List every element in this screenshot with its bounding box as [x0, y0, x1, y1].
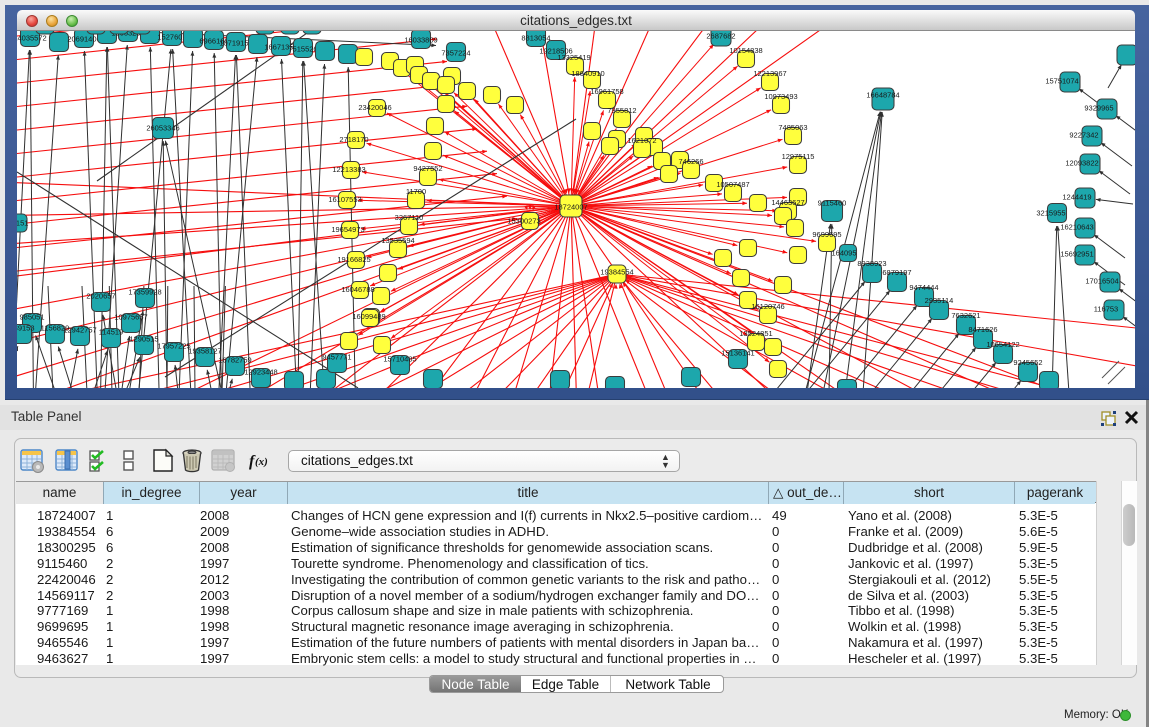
- svg-text:13524851: 13524851: [739, 329, 772, 338]
- svg-text:18640910: 18640910: [571, 69, 604, 78]
- svg-text:16046788: 16046788: [341, 285, 374, 294]
- svg-text:7357224: 7357224: [441, 49, 470, 58]
- svg-text:7632621: 7632621: [951, 311, 980, 320]
- svg-text:15710485: 15710485: [383, 355, 416, 364]
- svg-text:19358127: 19358127: [188, 347, 221, 356]
- svg-text:15692951: 15692951: [1060, 250, 1093, 259]
- svg-text:3215955: 3215955: [1036, 209, 1065, 218]
- svg-text:16107553: 16107553: [328, 195, 361, 204]
- svg-text:10654122: 10654122: [986, 340, 1019, 349]
- svg-text:18724007: 18724007: [554, 203, 587, 212]
- svg-text:10154838: 10154838: [729, 46, 762, 55]
- svg-text:9115460: 9115460: [818, 199, 847, 208]
- svg-text:8471626: 8471626: [968, 325, 997, 334]
- svg-text:16961758: 16961758: [590, 87, 623, 96]
- svg-text:1621072: 1621072: [627, 136, 656, 145]
- svg-text:17016504: 17016504: [1085, 277, 1118, 286]
- svg-text:9427552: 9427552: [413, 164, 442, 173]
- svg-text:10719155: 10719155: [219, 39, 252, 48]
- svg-text:12213967: 12213967: [753, 69, 786, 78]
- svg-text:15751074: 15751074: [1045, 77, 1078, 86]
- svg-text:12942757: 12942757: [63, 326, 96, 335]
- svg-text:20691406: 20691406: [67, 35, 100, 44]
- svg-text:19384554: 19384554: [600, 268, 633, 277]
- svg-text:13535594: 13535594: [381, 236, 414, 245]
- svg-text:164095: 164095: [831, 249, 856, 258]
- svg-text:16782759: 16782759: [218, 356, 251, 365]
- svg-text:2020657: 2020657: [86, 292, 115, 301]
- svg-text:12975115: 12975115: [782, 152, 815, 161]
- svg-text:19166825: 19166825: [337, 255, 370, 264]
- svg-text:10975657: 10975657: [114, 313, 147, 322]
- svg-text:1290515: 1290515: [129, 335, 158, 344]
- svg-text:116753: 116753: [1094, 305, 1118, 314]
- svg-text:2687682: 2687682: [706, 32, 735, 41]
- svg-text:16120746: 16120746: [751, 302, 784, 311]
- svg-text:1527602: 1527602: [157, 33, 186, 42]
- svg-text:9329965: 9329965: [1084, 104, 1113, 113]
- svg-text:10507487: 10507487: [716, 180, 749, 189]
- svg-text:10973493: 10973493: [764, 92, 797, 101]
- svg-text:11700: 11700: [406, 187, 426, 196]
- svg-text:12213383: 12213383: [332, 165, 365, 174]
- svg-text:24035572: 24035572: [17, 34, 47, 43]
- svg-text:2718170: 2718170: [339, 135, 368, 144]
- svg-text:8813054: 8813054: [521, 34, 550, 43]
- svg-text:9227342: 9227342: [1069, 131, 1098, 140]
- svg-text:15300273: 15300273: [507, 217, 540, 226]
- svg-text:16210643: 16210643: [1060, 223, 1093, 232]
- svg-text:16151: 16151: [17, 219, 28, 228]
- svg-text:139153: 139153: [17, 324, 35, 333]
- svg-text:16099489: 16099489: [352, 312, 385, 321]
- svg-text:1244419: 1244419: [1062, 193, 1091, 202]
- svg-text:7955812: 7955812: [607, 106, 636, 115]
- svg-text:6879197: 6879197: [882, 268, 911, 277]
- svg-text:7515526: 7515526: [288, 45, 317, 54]
- svg-text:7485063: 7485063: [778, 123, 807, 132]
- svg-text:12093822: 12093822: [1065, 159, 1098, 168]
- svg-text:16033809: 16033809: [404, 36, 437, 45]
- svg-text:8938923: 8938923: [857, 259, 886, 268]
- svg-text:26053346: 26053346: [146, 124, 179, 133]
- svg-text:14463627: 14463627: [771, 198, 804, 207]
- svg-text:16648784: 16648784: [866, 91, 899, 100]
- svg-text:17359928: 17359928: [128, 288, 161, 297]
- svg-text:23420046: 23420046: [358, 103, 391, 112]
- svg-text:746266: 746266: [678, 157, 703, 166]
- svg-text:(x): (x): [255, 456, 268, 468]
- svg-text:9457771: 9457771: [322, 353, 351, 362]
- svg-text:2935114: 2935114: [925, 296, 954, 305]
- svg-text:9245652: 9245652: [1013, 358, 1042, 367]
- svg-text:3267110: 3267110: [395, 213, 424, 222]
- svg-text:9699695: 9699695: [812, 230, 841, 239]
- svg-text:19654973: 19654973: [331, 225, 364, 234]
- svg-text:114519: 114519: [99, 328, 123, 337]
- svg-text:13325419: 13325419: [557, 53, 590, 62]
- svg-text:985051: 985051: [19, 313, 44, 322]
- svg-text:17957225: 17957225: [157, 342, 190, 351]
- svg-text:12923448: 12923448: [244, 368, 277, 377]
- svg-text:9474444: 9474444: [909, 283, 938, 292]
